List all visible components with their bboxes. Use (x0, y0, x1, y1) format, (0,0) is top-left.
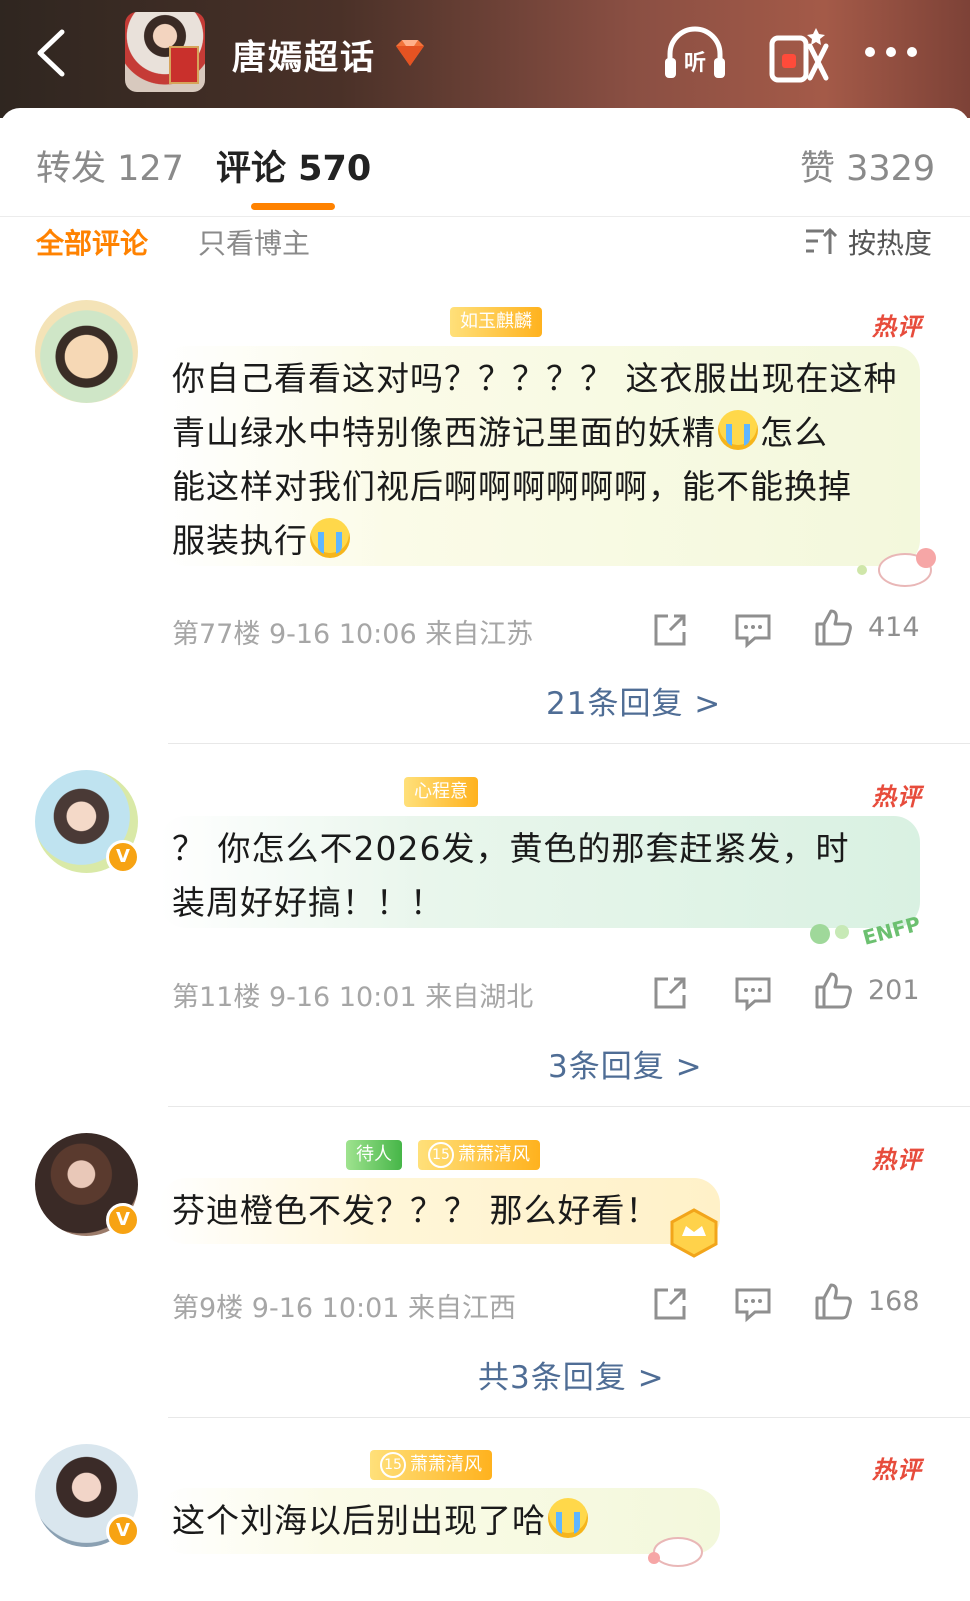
like-count: 201 (868, 975, 920, 1006)
share-icon[interactable] (650, 973, 690, 1013)
share-icon[interactable] (650, 610, 690, 650)
avatar[interactable] (35, 300, 138, 403)
like-count: 414 (868, 612, 920, 643)
view-replies-link[interactable]: 3条回复 > (548, 1041, 703, 1086)
reply-icon[interactable] (733, 973, 773, 1013)
comment-text: 芬迪橙色不发？？？ 那么好看！ (172, 1191, 660, 1230)
comment-divider (168, 1106, 970, 1107)
tab-comments[interactable]: 评论 570 (216, 140, 371, 191)
bunny-sticker-icon (648, 1537, 703, 1567)
fan-badge: 待人 (346, 1140, 402, 1170)
bunny-sticker-icon (857, 548, 936, 587)
verified-badge-icon: V (106, 840, 140, 874)
active-tab-indicator (251, 203, 335, 210)
more-icon[interactable] (860, 30, 926, 74)
enfp-sticker-icon: ENFP (810, 911, 923, 950)
crown-badge-icon (670, 1208, 718, 1258)
view-replies-link[interactable]: 21条回复 > (546, 678, 721, 723)
hot-comment-tag: 热评 (872, 783, 922, 811)
crying-emoji-icon (548, 1498, 588, 1538)
like-icon[interactable] (813, 1282, 853, 1322)
comment-meta: 第77楼 9-16 10:06 来自江苏 (172, 619, 534, 650)
comment-text: 你自己看看这对吗？？？？？ 这衣服出现在这种 青山绿水中特别像西游记里面的妖精怎… (172, 359, 898, 560)
red-packet-icon[interactable] (766, 24, 832, 84)
comment-meta: 第9楼 9-16 10:01 来自江西 (172, 1293, 517, 1324)
svg-text:听: 听 (684, 51, 706, 76)
topic-title[interactable]: 唐嫣超话 (232, 30, 376, 79)
like-icon[interactable] (813, 971, 853, 1011)
verified-badge-icon: V (106, 1514, 140, 1548)
verified-badge-icon: V (106, 1203, 140, 1237)
diamond-icon (396, 40, 424, 66)
sort-by-hot[interactable]: 按热度 (848, 222, 932, 262)
tab-reposts[interactable]: 转发 127 (36, 140, 184, 191)
fan-badge: 如玉麒麟 (450, 307, 542, 337)
crying-emoji-icon (718, 410, 758, 450)
comment-text: 这个刘海以后别出现了哈 (172, 1494, 912, 1548)
fan-badge: 15 萧萧清风 (370, 1450, 492, 1480)
comment-divider (168, 743, 970, 744)
view-replies-link[interactable]: 共3条回复 > (478, 1352, 665, 1397)
reply-icon[interactable] (733, 610, 773, 650)
like-count: 168 (868, 1286, 920, 1317)
hot-comment-tag: 热评 (872, 1456, 922, 1484)
sort-icon[interactable] (804, 226, 838, 256)
filter-author-only[interactable]: 只看博主 (198, 222, 310, 262)
svg-text:ENFP: ENFP (860, 911, 923, 949)
filter-all-comments[interactable]: 全部评论 (36, 222, 148, 262)
listen-icon[interactable]: 听 (662, 24, 728, 84)
back-arrow-icon[interactable] (28, 28, 72, 78)
hot-comment-tag: 热评 (872, 1146, 922, 1174)
reply-icon[interactable] (733, 1284, 773, 1324)
tab-divider (0, 216, 970, 217)
tab-likes[interactable]: 赞 3329 (800, 140, 935, 191)
fan-badge: 15 萧萧清风 (418, 1140, 540, 1170)
fan-badge: 心程意 (404, 777, 478, 807)
like-icon[interactable] (813, 608, 853, 648)
share-icon[interactable] (650, 1284, 690, 1324)
crying-emoji-icon (310, 518, 350, 558)
comment-meta: 第11楼 9-16 10:01 来自湖北 (172, 982, 534, 1013)
top-bar: 唐嫣超话 听 (0, 0, 970, 118)
topic-avatar[interactable] (125, 12, 205, 92)
hot-comment-tag: 热评 (872, 313, 922, 341)
comment-divider (168, 1417, 970, 1418)
